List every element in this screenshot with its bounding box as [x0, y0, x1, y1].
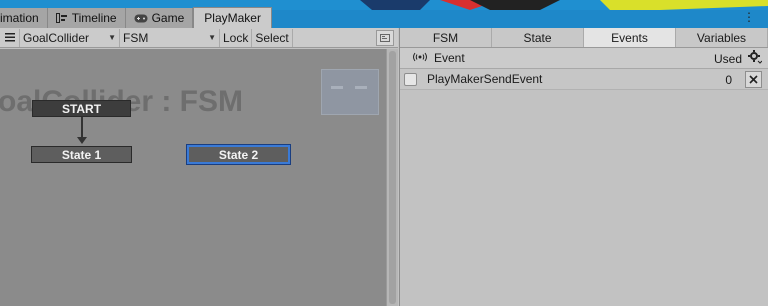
state-node-1[interactable]: State 1 — [31, 146, 132, 163]
tab-timeline[interactable]: Timeline — [47, 8, 126, 28]
inspector-panel: FSM State Events Variables Event Used Pl… — [399, 28, 768, 306]
tab-events[interactable]: Events — [584, 28, 676, 47]
scrollbar-thumb[interactable] — [389, 51, 396, 304]
hamburger-menu-button[interactable] — [0, 28, 20, 47]
transition-line — [81, 117, 83, 139]
events-header-title: Event — [434, 51, 465, 65]
tab-state[interactable]: State — [492, 28, 584, 47]
fsm-dropdown[interactable]: FSM ▼ — [120, 28, 220, 47]
editor-tab-strip: imation Timeline Game PlayMaker ⋮ — [0, 0, 768, 28]
event-used-count: 0 — [725, 73, 732, 87]
timeline-icon — [55, 13, 68, 23]
tab-fsm[interactable]: FSM — [400, 28, 492, 47]
state-node-2-selected[interactable]: State 2 — [187, 145, 290, 164]
lock-button[interactable]: Lock — [220, 28, 253, 47]
dropdown-arrow-icon: ▼ — [108, 33, 116, 42]
dropdown-arrow-icon: ▼ — [208, 33, 216, 42]
fsm-toolbar: GoalCollider ▼ FSM ▼ Lock Select — [0, 28, 398, 48]
kebab-menu-icon[interactable]: ⋮ — [743, 10, 755, 24]
close-icon — [749, 75, 758, 84]
playmaker-editor: imation Timeline Game PlayMaker ⋮ GoalCo… — [0, 0, 768, 306]
broadcast-icon — [412, 51, 428, 65]
tab-game[interactable]: Game — [125, 8, 194, 28]
gameobject-dropdown[interactable]: GoalCollider ▼ — [20, 28, 120, 47]
event-global-checkbox[interactable] — [404, 72, 417, 86]
fsm-graph-canvas[interactable]: oalCollider : FSM START State 1 State 2 — [0, 49, 386, 306]
events-header: Event Used — [400, 48, 768, 69]
gamepad-icon — [134, 14, 148, 23]
graph-minimap[interactable] — [321, 69, 379, 115]
tab-animation[interactable]: imation — [0, 8, 48, 28]
tab-playmaker[interactable]: PlayMaker — [193, 7, 272, 28]
inspector-tabs: FSM State Events Variables — [400, 28, 768, 48]
gear-icon[interactable] — [748, 50, 763, 67]
event-name: PlayMakerSendEvent — [427, 72, 543, 86]
tab-variables[interactable]: Variables — [676, 28, 768, 47]
hamburger-icon — [4, 33, 15, 42]
start-node[interactable]: START — [32, 100, 131, 117]
used-column-label: Used — [713, 52, 742, 66]
transition-arrowhead — [77, 137, 87, 144]
delete-event-button[interactable] — [745, 71, 762, 88]
select-button[interactable]: Select — [252, 28, 293, 47]
canvas-scrollbar[interactable] — [386, 49, 398, 306]
layout-icon[interactable] — [376, 29, 394, 46]
event-row[interactable]: PlayMakerSendEvent 0 — [400, 69, 768, 90]
